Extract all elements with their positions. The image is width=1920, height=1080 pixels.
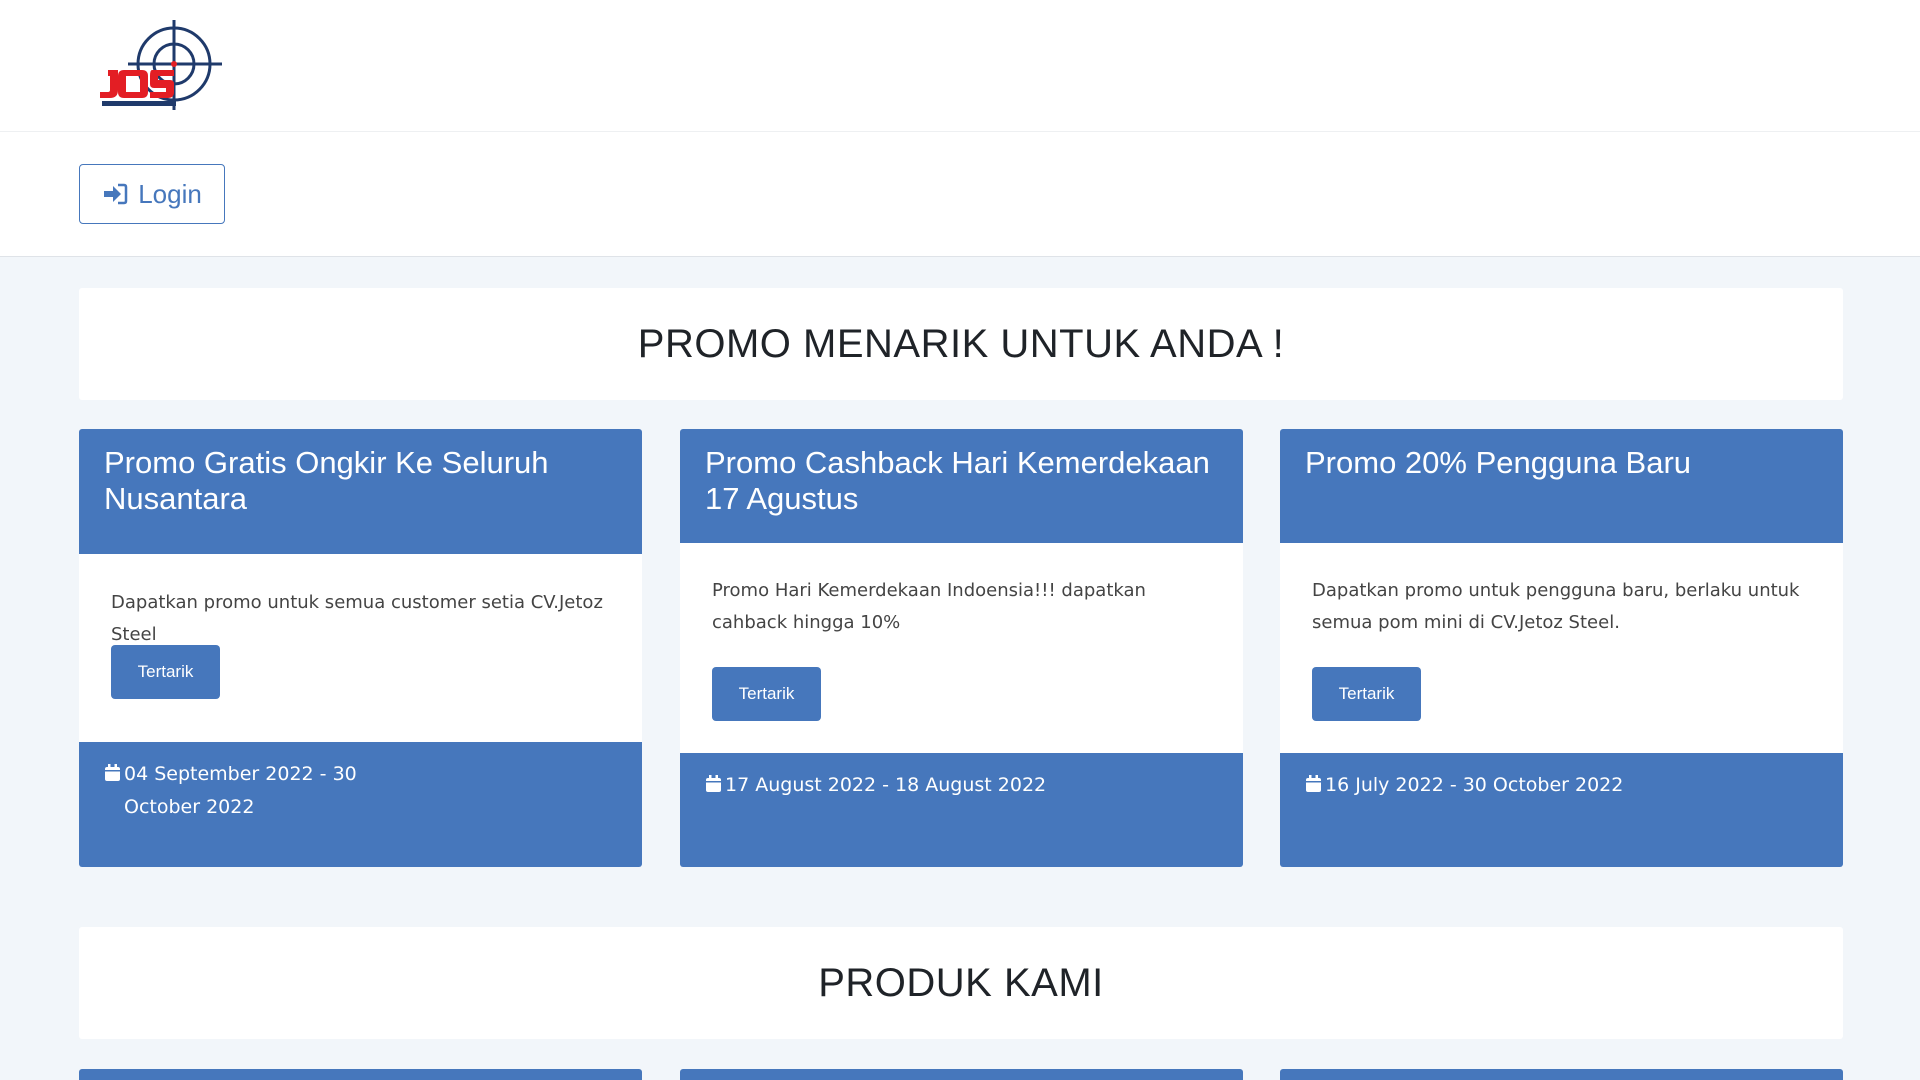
product-section-title: PRODUK KAMI	[79, 927, 1843, 1039]
tertarik-button[interactable]: Tertarik	[1312, 667, 1421, 721]
login-button[interactable]: Login	[79, 164, 225, 224]
product-card[interactable]	[1280, 1069, 1843, 1080]
sign-in-icon	[104, 183, 128, 205]
calendar-icon	[1306, 775, 1321, 792]
promo-date-footer: 16 July 2022 - 30 October 2022	[1280, 753, 1843, 867]
promo-description: Promo Hari Kemerdekaan Indoensia!!! dapa…	[712, 580, 1146, 633]
promo-description: Dapatkan promo untuk semua customer seti…	[111, 592, 603, 645]
promo-date-footer: 04 September 2022 - 30 October 2022	[79, 742, 642, 867]
product-card[interactable]	[680, 1069, 1243, 1080]
promo-date: 04 September 2022 - 30 October 2022	[124, 763, 357, 818]
login-label: Login	[138, 178, 202, 209]
tertarik-button[interactable]: Tertarik	[712, 667, 821, 721]
promo-card: Promo Gratis Ongkir Ke Seluruh Nusantara…	[79, 429, 642, 867]
top-header	[0, 0, 1920, 132]
promo-card: Promo 20% Pengguna Baru Dapatkan promo u…	[1280, 429, 1843, 867]
promo-title: Promo Cashback Hari Kemerdekaan 17 Agust…	[680, 429, 1243, 543]
promo-title: Promo Gratis Ongkir Ke Seluruh Nusantara	[79, 429, 642, 554]
jos-logo[interactable]	[88, 18, 228, 116]
promo-date: 16 July 2022 - 30 October 2022	[1325, 774, 1624, 796]
calendar-icon	[706, 775, 721, 792]
promo-section-title: PROMO MENARIK UNTUK ANDA !	[79, 288, 1843, 400]
product-card[interactable]	[79, 1069, 642, 1080]
promo-card: Promo Cashback Hari Kemerdekaan 17 Agust…	[680, 429, 1243, 867]
calendar-icon	[105, 764, 120, 781]
login-bar: Login	[0, 132, 1920, 257]
promo-date: 17 August 2022 - 18 August 2022	[725, 774, 1047, 796]
promo-title: Promo 20% Pengguna Baru	[1280, 429, 1843, 543]
tertarik-button[interactable]: Tertarik	[111, 645, 220, 699]
promo-date-footer: 17 August 2022 - 18 August 2022	[680, 753, 1243, 867]
promo-description: Dapatkan promo untuk pengguna baru, berl…	[1312, 580, 1800, 633]
